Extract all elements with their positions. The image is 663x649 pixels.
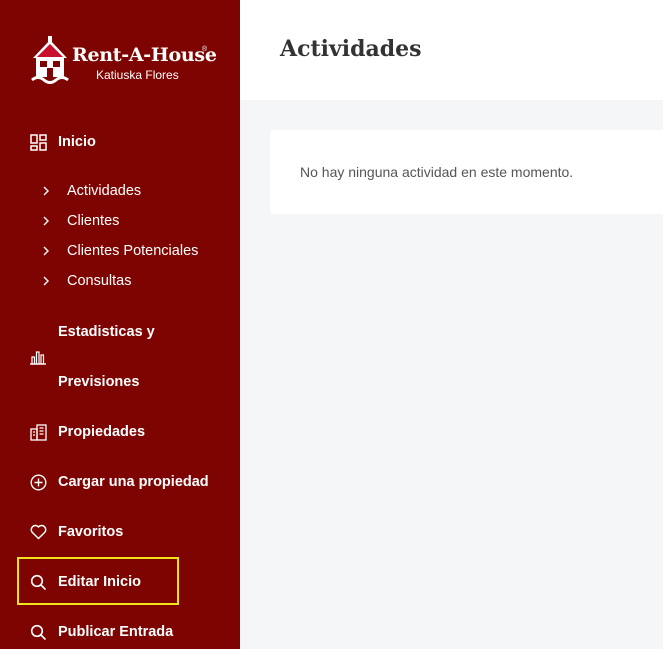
page-title: Actividades bbox=[280, 36, 422, 62]
sidebar-item-label: Publicar Entrada bbox=[58, 624, 174, 640]
sidebar-item-label: Inicio bbox=[58, 134, 96, 150]
chevron-right-icon bbox=[43, 186, 49, 196]
sidebar-item-label: Cargar una propiedad bbox=[58, 474, 209, 490]
dashboard-icon bbox=[29, 133, 47, 151]
sidebar-item-label: Propiedades bbox=[58, 424, 146, 440]
selection-highlight bbox=[17, 557, 179, 605]
sidebar-item-inicio[interactable]: Inicio bbox=[0, 127, 240, 157]
sidebar-subitem-label: Clientes bbox=[67, 213, 120, 229]
sidebar-item-label: Favoritos bbox=[58, 524, 124, 540]
heart-icon bbox=[29, 523, 47, 541]
sidebar-item-publicar-entrada[interactable]: Publicar Entrada bbox=[0, 617, 240, 647]
sidebar-subitem-label: Clientes Potenciales bbox=[67, 243, 199, 259]
sidebar-item-favoritos[interactable]: Favoritos bbox=[0, 517, 240, 547]
brand-title: Rent-A-House bbox=[72, 44, 217, 66]
page-header: Actividades bbox=[240, 0, 663, 100]
sidebar-item-cargar-propiedad[interactable]: Cargar una propiedad bbox=[0, 467, 240, 497]
chevron-right-icon bbox=[43, 276, 49, 286]
plus-circle-icon bbox=[29, 473, 47, 491]
activities-card: No hay ninguna actividad en este momento… bbox=[270, 130, 663, 214]
sidebar-subitem-label: Actividades bbox=[67, 183, 142, 199]
sidebar-item-estadisticas[interactable]: Estadisticas y Previsiones bbox=[0, 318, 240, 396]
sidebar-subitem-clientes-potenciales[interactable]: Clientes Potenciales bbox=[0, 239, 240, 263]
empty-state-message: No hay ninguna actividad en este momento… bbox=[300, 164, 574, 180]
sidebar-item-label: Previsiones bbox=[58, 374, 140, 390]
bar-chart-icon bbox=[30, 351, 46, 365]
building-icon bbox=[29, 423, 47, 441]
sidebar: Rent-A-House ® Katiuska Flores Inicio Ac… bbox=[0, 0, 240, 649]
sidebar-subitem-consultas[interactable]: Consultas bbox=[0, 269, 240, 293]
sidebar-item-label: Estadisticas y bbox=[58, 324, 155, 340]
brand-logo[interactable]: Rent-A-House ® Katiuska Flores bbox=[30, 34, 217, 88]
sidebar-subitem-clientes[interactable]: Clientes bbox=[0, 209, 240, 233]
sidebar-subitem-actividades[interactable]: Actividades bbox=[0, 179, 240, 203]
registered-mark: ® bbox=[202, 46, 208, 53]
sidebar-subitem-label: Consultas bbox=[67, 273, 132, 289]
chevron-right-icon bbox=[43, 216, 49, 226]
chevron-right-icon bbox=[43, 246, 49, 256]
brand-subtitle: Katiuska Flores bbox=[96, 68, 179, 82]
house-logo-icon bbox=[31, 36, 69, 84]
sidebar-item-propiedades[interactable]: Propiedades bbox=[0, 417, 240, 447]
search-icon bbox=[29, 623, 47, 641]
